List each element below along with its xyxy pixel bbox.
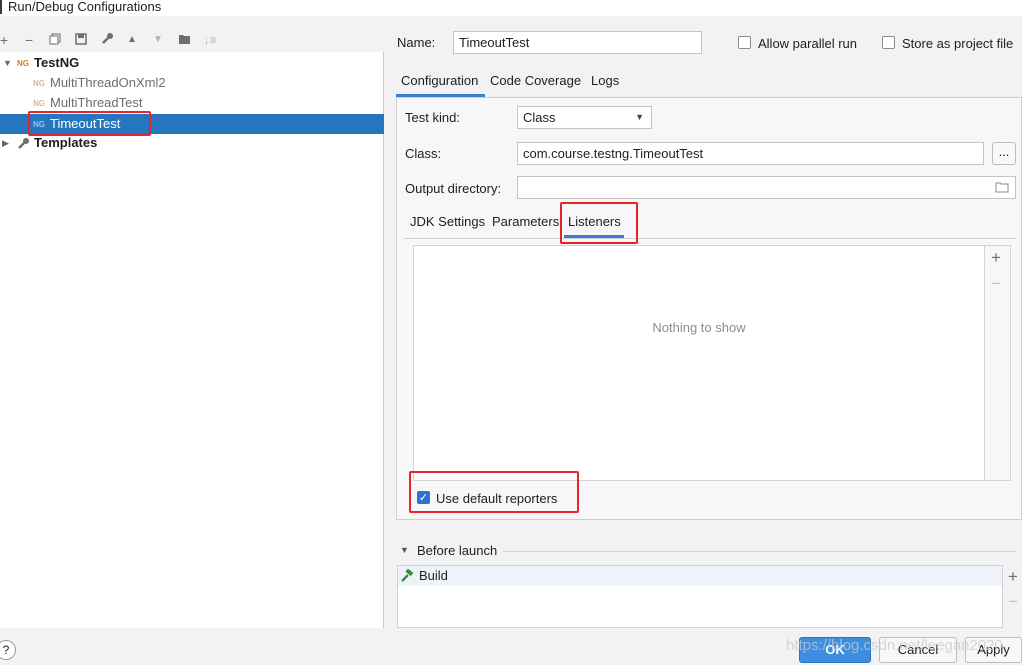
tree-item-label: MultiThreadOnXml2 <box>50 75 166 90</box>
tab-jdk-settings[interactable]: JDK Settings <box>410 214 485 229</box>
remove-icon[interactable]: − <box>19 29 39 51</box>
test-kind-value: Class <box>523 110 556 125</box>
sort-icon[interactable]: ↓≡ <box>200 29 220 51</box>
tree-node-label: Templates <box>34 135 98 150</box>
class-field[interactable]: com.course.testng.TimeoutTest <box>517 142 984 165</box>
remove-icon[interactable]: − <box>991 274 1001 294</box>
subtab-divider <box>404 238 1016 239</box>
configuration-tree: ▼ NG TestNG NG MultiThreadOnXml2 NG Mult… <box>0 52 384 628</box>
expand-arrow-icon[interactable]: ▼ <box>400 545 409 555</box>
empty-list-text: Nothing to show <box>652 320 746 335</box>
tree-toolbar: + − ▲ ▼ ↓≡ <box>0 29 384 51</box>
expand-arrow-icon[interactable]: ▼ <box>3 53 12 73</box>
listeners-side-toolbar: + − <box>985 245 1011 481</box>
allow-parallel-label: Allow parallel run <box>758 36 857 51</box>
name-label-text: Name: <box>397 35 436 50</box>
name-field[interactable]: TimeoutTest <box>453 31 702 54</box>
move-down-icon[interactable]: ▼ <box>148 29 168 51</box>
folder-icon[interactable] <box>995 181 1009 196</box>
window-title: Run/Debug Configurations <box>8 0 162 14</box>
watermark-text: https://blog.csdn.net/leegan2020 <box>786 637 1003 654</box>
testng-config-icon: NG <box>33 99 45 108</box>
tab-parameters[interactable]: Parameters <box>492 214 559 229</box>
store-project-label: Store as project file <box>902 36 1014 51</box>
tab-code-coverage[interactable]: Code Coverage <box>490 73 581 88</box>
class-label: Class: <box>405 146 442 161</box>
copy-icon[interactable] <box>45 29 65 51</box>
test-kind-label: Test kind: <box>405 110 460 125</box>
wrench-icon[interactable] <box>97 29 117 51</box>
chevron-down-icon: ▼ <box>635 112 644 122</box>
testng-icon: NG <box>17 59 29 68</box>
before-launch-label: Before launch <box>417 543 498 558</box>
tab-logs[interactable]: Logs <box>591 73 619 88</box>
remove-icon[interactable]: − <box>1008 592 1018 612</box>
add-icon[interactable]: + <box>0 29 14 51</box>
before-launch-item-label: Build <box>419 568 448 583</box>
add-icon[interactable]: + <box>991 248 1001 268</box>
help-button[interactable]: ? <box>0 640 16 660</box>
title-bar: Run/Debug Configurations <box>0 0 1022 16</box>
output-dir-label: Output directory: <box>405 181 502 196</box>
tree-node-templates[interactable]: ▶ Templates <box>0 133 384 153</box>
tree-item-multithreadtest[interactable]: NG MultiThreadTest <box>0 93 384 113</box>
output-dir-field[interactable] <box>517 176 1016 199</box>
name-label: Name: <box>397 35 435 50</box>
before-launch-item[interactable]: Build <box>398 566 1002 586</box>
allow-parallel-checkbox[interactable] <box>738 36 751 49</box>
tree-node-label: TestNG <box>34 55 80 70</box>
highlight-box <box>409 471 579 513</box>
wrench-icon <box>17 136 30 156</box>
hammer-icon <box>400 568 414 586</box>
tab-configuration[interactable]: Configuration <box>401 73 478 88</box>
window-edge <box>0 0 2 14</box>
listeners-list[interactable]: Nothing to show <box>413 245 985 481</box>
tree-item-label: MultiThreadTest <box>50 95 143 110</box>
testng-config-icon: NG <box>33 79 45 88</box>
add-icon[interactable]: + <box>1008 567 1018 587</box>
save-icon[interactable] <box>71 29 91 51</box>
new-folder-icon[interactable] <box>175 29 195 51</box>
class-browse-button[interactable]: ... <box>992 142 1016 165</box>
highlight-box <box>560 202 638 244</box>
tree-item-multithreadonxml2[interactable]: NG MultiThreadOnXml2 <box>0 73 384 93</box>
tree-node-testng[interactable]: ▼ NG TestNG <box>0 53 384 73</box>
test-kind-select[interactable]: Class ▼ <box>517 106 652 129</box>
before-launch-list: Build <box>397 565 1003 628</box>
move-up-icon[interactable]: ▲ <box>122 29 142 51</box>
collapse-arrow-icon[interactable]: ▶ <box>2 133 9 153</box>
section-divider <box>503 551 1016 552</box>
store-project-checkbox[interactable] <box>882 36 895 49</box>
